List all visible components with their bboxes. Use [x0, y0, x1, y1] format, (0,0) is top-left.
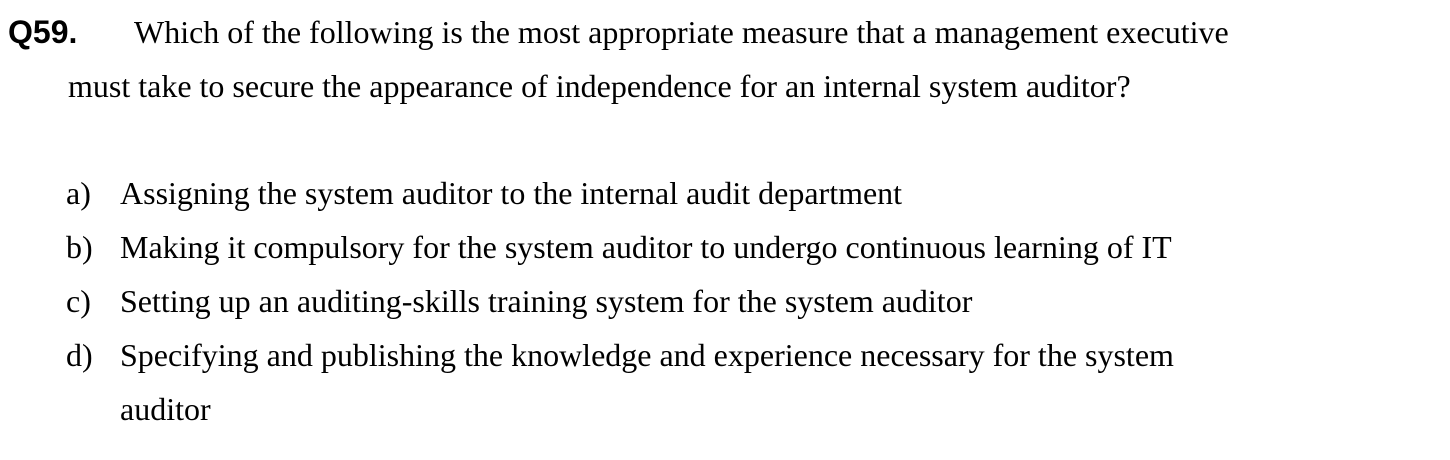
- question-block: Q59. Which of the following is the most …: [0, 0, 1450, 460]
- option-b-text: Making it compulsory for the system audi…: [120, 229, 1172, 265]
- option-d-text-continued: auditor: [120, 391, 211, 427]
- question-text-line-2: must take to secure the appearance of in…: [68, 68, 1131, 104]
- option-a-text: Assigning the system auditor to the inte…: [120, 175, 903, 211]
- option-d-letter: d): [66, 337, 93, 373]
- option-c-text: Setting up an auditing-skills training s…: [120, 283, 973, 319]
- option-a-letter: a): [66, 175, 91, 211]
- question-number: Q59.: [8, 14, 78, 50]
- option-b-letter: b): [66, 229, 93, 265]
- option-c-letter: c): [66, 283, 91, 319]
- option-d-text: Specifying and publishing the knowledge …: [120, 337, 1174, 373]
- question-text-line-1: Which of the following is the most appro…: [134, 14, 1229, 50]
